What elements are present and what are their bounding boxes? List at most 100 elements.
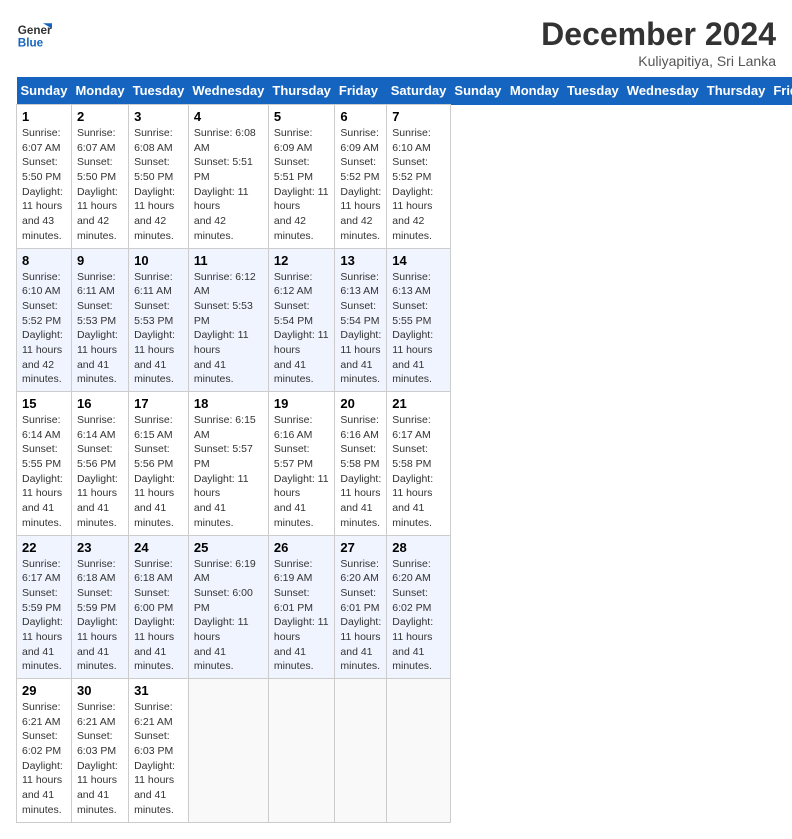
calendar-cell: 22 Sunrise: 6:17 AMSunset: 5:59 PMDayligh…	[17, 535, 72, 679]
calendar-cell: 21Sunrise: 6:17 AMSunset: 5:58 PMDayligh…	[387, 392, 451, 536]
day-number: 9	[77, 253, 123, 268]
col-header-tuesday: Tuesday	[563, 77, 623, 105]
calendar-cell: 3 Sunrise: 6:08 AMSunset: 5:50 PMDaylight…	[129, 105, 189, 249]
cell-info: Sunrise: 6:10 AMSunset: 5:52 PMDaylight:…	[392, 126, 445, 244]
day-number: 17	[134, 396, 183, 411]
cell-info: Sunrise: 6:17 AMSunset: 5:59 PMDaylight:…	[22, 557, 66, 675]
logo-icon: General Blue	[16, 16, 52, 52]
col-header-tuesday: Tuesday	[129, 77, 189, 105]
col-header-friday: Friday	[769, 77, 792, 105]
col-header-saturday: Saturday	[387, 77, 451, 105]
day-number: 25	[194, 540, 263, 555]
col-header-thursday: Thursday	[268, 77, 335, 105]
cell-info: Sunrise: 6:08 AMSunset: 5:51 PMDaylight:…	[194, 126, 263, 244]
cell-info: Sunrise: 6:21 AMSunset: 6:03 PMDaylight:…	[77, 700, 123, 818]
day-number: 30	[77, 683, 123, 698]
cell-info: Sunrise: 6:10 AMSunset: 5:52 PMDaylight:…	[22, 270, 66, 388]
day-number: 5	[274, 109, 330, 124]
calendar-cell: 27 Sunrise: 6:20 AMSunset: 6:01 PMDayligh…	[335, 535, 387, 679]
calendar-cell: 9 Sunrise: 6:11 AMSunset: 5:53 PMDaylight…	[71, 248, 128, 392]
calendar-cell: 18 Sunrise: 6:15 AMSunset: 5:57 PMDayligh…	[188, 392, 268, 536]
cell-info: Sunrise: 6:15 AMSunset: 5:57 PMDaylight:…	[194, 413, 263, 531]
calendar-cell	[387, 679, 451, 823]
day-number: 27	[340, 540, 381, 555]
svg-text:Blue: Blue	[18, 37, 44, 50]
month-title: December 2024	[541, 16, 776, 53]
cell-info: Sunrise: 6:13 AMSunset: 5:55 PMDaylight:…	[392, 270, 445, 388]
calendar-cell: 16 Sunrise: 6:14 AMSunset: 5:56 PMDayligh…	[71, 392, 128, 536]
day-number: 22	[22, 540, 66, 555]
cell-info: Sunrise: 6:18 AMSunset: 6:00 PMDaylight:…	[134, 557, 183, 675]
title-section: December 2024 Kuliyapitiya, Sri Lanka	[541, 16, 776, 69]
calendar-cell: 28Sunrise: 6:20 AMSunset: 6:02 PMDayligh…	[387, 535, 451, 679]
day-number: 26	[274, 540, 330, 555]
cell-info: Sunrise: 6:14 AMSunset: 5:56 PMDaylight:…	[77, 413, 123, 531]
day-number: 7	[392, 109, 445, 124]
day-number: 29	[22, 683, 66, 698]
day-number: 2	[77, 109, 123, 124]
svg-text:General: General	[18, 24, 52, 37]
day-number: 11	[194, 253, 263, 268]
cell-info: Sunrise: 6:07 AMSunset: 5:50 PMDaylight:…	[22, 126, 66, 244]
day-number: 18	[194, 396, 263, 411]
col-header-thursday: Thursday	[703, 77, 770, 105]
calendar-cell: 30 Sunrise: 6:21 AMSunset: 6:03 PMDayligh…	[71, 679, 128, 823]
cell-info: Sunrise: 6:16 AMSunset: 5:57 PMDaylight:…	[274, 413, 330, 531]
day-number: 3	[134, 109, 183, 124]
logo: General Blue	[16, 16, 52, 52]
cell-info: Sunrise: 6:12 AMSunset: 5:53 PMDaylight:…	[194, 270, 263, 388]
col-header-monday: Monday	[71, 77, 128, 105]
cell-info: Sunrise: 6:15 AMSunset: 5:56 PMDaylight:…	[134, 413, 183, 531]
col-header-sunday: Sunday	[17, 77, 72, 105]
calendar-table: SundayMondayTuesdayWednesdayThursdayFrid…	[16, 77, 792, 823]
calendar-cell: 29 Sunrise: 6:21 AMSunset: 6:02 PMDayligh…	[17, 679, 72, 823]
cell-info: Sunrise: 6:14 AMSunset: 5:55 PMDaylight:…	[22, 413, 66, 531]
week-row-3: 15 Sunrise: 6:14 AMSunset: 5:55 PMDayligh…	[17, 392, 792, 536]
header-row: SundayMondayTuesdayWednesdayThursdayFrid…	[17, 77, 792, 105]
calendar-cell: 12Sunrise: 6:12 AMSunset: 5:54 PMDayligh…	[268, 248, 335, 392]
cell-info: Sunrise: 6:21 AMSunset: 6:03 PMDaylight:…	[134, 700, 183, 818]
day-number: 8	[22, 253, 66, 268]
calendar-cell: 14 Sunrise: 6:13 AMSunset: 5:55 PMDayligh…	[387, 248, 451, 392]
cell-info: Sunrise: 6:17 AMSunset: 5:58 PMDaylight:…	[392, 413, 445, 531]
cell-info: Sunrise: 6:19 AMSunset: 6:00 PMDaylight:…	[194, 557, 263, 675]
calendar-cell: 5Sunrise: 6:09 AMSunset: 5:51 PMDaylight…	[268, 105, 335, 249]
location: Kuliyapitiya, Sri Lanka	[541, 53, 776, 69]
day-number: 15	[22, 396, 66, 411]
cell-info: Sunrise: 6:21 AMSunset: 6:02 PMDaylight:…	[22, 700, 66, 818]
calendar-cell: 4Sunrise: 6:08 AMSunset: 5:51 PMDaylight…	[188, 105, 268, 249]
col-header-wednesday: Wednesday	[188, 77, 268, 105]
week-row-4: 22 Sunrise: 6:17 AMSunset: 5:59 PMDayligh…	[17, 535, 792, 679]
calendar-cell: 1Sunrise: 6:07 AMSunset: 5:50 PMDaylight…	[17, 105, 72, 249]
cell-info: Sunrise: 6:11 AMSunset: 5:53 PMDaylight:…	[77, 270, 123, 388]
calendar-cell: 8 Sunrise: 6:10 AMSunset: 5:52 PMDaylight…	[17, 248, 72, 392]
col-header-monday: Monday	[506, 77, 563, 105]
calendar-cell: 23 Sunrise: 6:18 AMSunset: 5:59 PMDayligh…	[71, 535, 128, 679]
day-number: 6	[340, 109, 381, 124]
day-number: 13	[340, 253, 381, 268]
calendar-cell: 7 Sunrise: 6:10 AMSunset: 5:52 PMDaylight…	[387, 105, 451, 249]
page-header: General Blue December 2024 Kuliyapitiya,…	[16, 16, 776, 69]
col-header-friday: Friday	[335, 77, 387, 105]
calendar-cell: 6 Sunrise: 6:09 AMSunset: 5:52 PMDaylight…	[335, 105, 387, 249]
cell-info: Sunrise: 6:20 AMSunset: 6:01 PMDaylight:…	[340, 557, 381, 675]
day-number: 31	[134, 683, 183, 698]
cell-info: Sunrise: 6:16 AMSunset: 5:58 PMDaylight:…	[340, 413, 381, 531]
cell-info: Sunrise: 6:11 AMSunset: 5:53 PMDaylight:…	[134, 270, 183, 388]
day-number: 14	[392, 253, 445, 268]
calendar-cell: 19Sunrise: 6:16 AMSunset: 5:57 PMDayligh…	[268, 392, 335, 536]
calendar-cell	[268, 679, 335, 823]
cell-info: Sunrise: 6:09 AMSunset: 5:52 PMDaylight:…	[340, 126, 381, 244]
week-row-5: 29 Sunrise: 6:21 AMSunset: 6:02 PMDayligh…	[17, 679, 792, 823]
cell-info: Sunrise: 6:18 AMSunset: 5:59 PMDaylight:…	[77, 557, 123, 675]
cell-info: Sunrise: 6:08 AMSunset: 5:50 PMDaylight:…	[134, 126, 183, 244]
day-number: 10	[134, 253, 183, 268]
cell-info: Sunrise: 6:19 AMSunset: 6:01 PMDaylight:…	[274, 557, 330, 675]
calendar-cell: 10 Sunrise: 6:11 AMSunset: 5:53 PMDayligh…	[129, 248, 189, 392]
calendar-cell: 15 Sunrise: 6:14 AMSunset: 5:55 PMDayligh…	[17, 392, 72, 536]
cell-info: Sunrise: 6:13 AMSunset: 5:54 PMDaylight:…	[340, 270, 381, 388]
day-number: 16	[77, 396, 123, 411]
calendar-cell: 24Sunrise: 6:18 AMSunset: 6:00 PMDayligh…	[129, 535, 189, 679]
day-number: 23	[77, 540, 123, 555]
week-row-2: 8 Sunrise: 6:10 AMSunset: 5:52 PMDaylight…	[17, 248, 792, 392]
